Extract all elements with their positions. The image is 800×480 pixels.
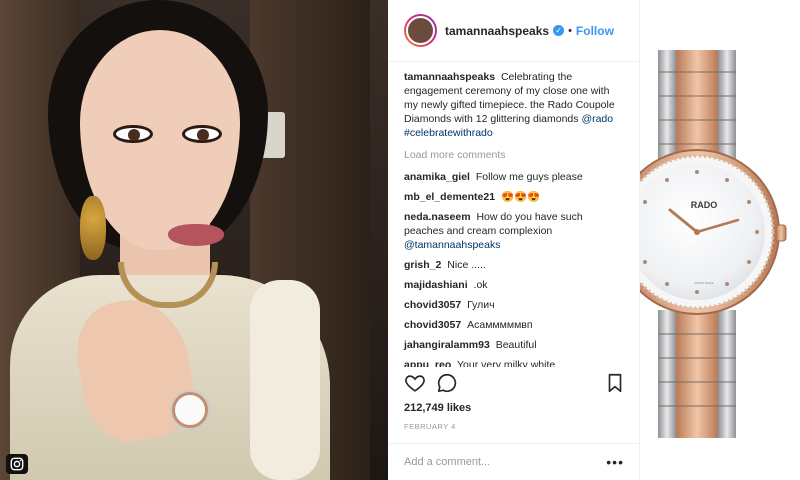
list-item: chovid3057 Асамммммвп	[404, 318, 623, 332]
list-item: chovid3057 Гулич	[404, 298, 623, 312]
separator-dot: •	[568, 24, 572, 37]
comment-text: Гулич	[467, 299, 495, 311]
comment-username[interactable]: appu_reo	[404, 359, 451, 367]
comment-username[interactable]: grish_2	[404, 259, 441, 271]
list-item: appu_reo Your very milky white	[404, 358, 623, 367]
add-comment-input[interactable]: Add a comment...	[404, 456, 490, 468]
product-image: RADO SWISS MADE	[640, 0, 800, 480]
post-photo[interactable]	[0, 0, 388, 480]
watch-brand-logo: RADO	[691, 200, 718, 210]
photo-earring	[80, 196, 106, 260]
watch-dial-text: SWISS MADE	[694, 281, 713, 285]
load-more-comments-link[interactable]: Load more comments	[404, 148, 623, 162]
post-header: tamannaahspeaks ✓ • Follow	[388, 0, 639, 62]
comment-icon[interactable]	[436, 372, 458, 394]
add-comment-bar: Add a comment... •••	[388, 443, 640, 480]
post-username[interactable]: tamannaahspeaks	[445, 24, 549, 38]
comment-text: Nice .....	[447, 259, 486, 271]
avatar-image	[406, 16, 435, 45]
photo-lips	[168, 224, 224, 246]
verified-badge-icon: ✓	[553, 25, 565, 36]
comments-list: tamannaahspeaks Celebrating the engageme…	[388, 62, 639, 367]
comment-username[interactable]: neda.naseem	[404, 211, 471, 223]
lower-bracelet	[658, 310, 736, 438]
likes-count[interactable]: 212,749 likes	[404, 402, 471, 414]
comment-text: Your very milky white	[457, 359, 556, 367]
comment-username[interactable]: chovid3057	[404, 319, 461, 331]
photo-eye-left	[113, 125, 153, 143]
caption: tamannaahspeaks Celebrating the engageme…	[404, 70, 623, 140]
post-date: FEBRUARY 4	[404, 422, 456, 431]
caption-hashtag[interactable]: #celebratewithrado	[404, 127, 493, 139]
instagram-icon	[6, 454, 28, 474]
upper-bracelet	[658, 50, 736, 160]
comment-username[interactable]: jahangiralamm93	[404, 339, 490, 351]
list-item: anamika_giel Follow me guys please	[404, 170, 623, 184]
list-item: neda.naseem How do you have such peaches…	[404, 210, 623, 252]
comment-text: Асамммммвп	[467, 319, 533, 331]
list-item: mb_el_demente21 😍😍😍	[404, 190, 623, 204]
heart-icon[interactable]	[404, 372, 426, 394]
comment-mention[interactable]: @tamannaahspeaks	[404, 239, 500, 251]
photo-wristwatch	[172, 392, 208, 428]
comment-text: Follow me guys please	[475, 171, 583, 183]
watch-illustration: RADO SWISS MADE	[640, 50, 787, 438]
more-options-icon[interactable]: •••	[606, 454, 624, 470]
action-bar	[404, 372, 626, 396]
post-panel: tamannaahspeaks ✓ • Follow tamannaahspea…	[388, 0, 640, 480]
comment-username[interactable]: anamika_giel	[404, 171, 470, 183]
comment-text: Beautiful	[495, 339, 537, 351]
comment-text: 😍😍😍	[500, 191, 541, 203]
comment-username[interactable]: majidashiani	[404, 279, 468, 291]
list-item: majidashiani .ok	[404, 278, 623, 292]
photo-sleeve	[250, 280, 320, 480]
caption-mention[interactable]: @rado	[581, 113, 613, 125]
photo-eye-right	[182, 125, 222, 143]
comment-username[interactable]: chovid3057	[404, 299, 461, 311]
bookmark-icon[interactable]	[604, 372, 626, 394]
comment-text: .ok	[473, 279, 488, 291]
comment-username[interactable]: mb_el_demente21	[404, 191, 495, 203]
caption-username[interactable]: tamannaahspeaks	[404, 71, 495, 83]
list-item: grish_2 Nice .....	[404, 258, 623, 272]
follow-button[interactable]: Follow	[576, 24, 614, 38]
list-item: jahangiralamm93 Beautiful	[404, 338, 623, 352]
avatar[interactable]	[404, 14, 437, 47]
